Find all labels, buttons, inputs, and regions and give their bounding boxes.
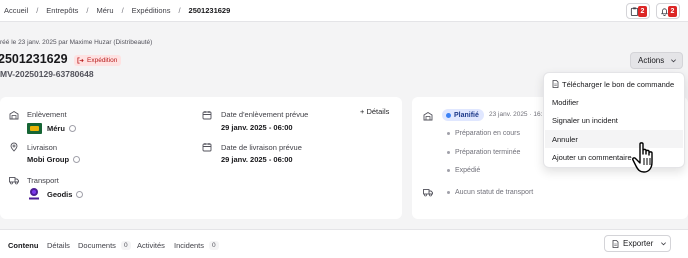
info-icon[interactable] — [68, 124, 76, 132]
status-date: 23 janv. 2025 · 16: — [489, 111, 543, 118]
warehouse-icon — [423, 111, 433, 121]
pickup-date-value: 29 janv. 2025 - 06:00 — [221, 123, 293, 132]
tasks-button[interactable]: 2 — [626, 3, 650, 19]
top-icons: 2 2 — [626, 3, 680, 19]
transport-label: Transport — [27, 176, 59, 185]
breadcrumb-item-meru[interactable]: Méru — [96, 6, 113, 15]
calendar-icon — [202, 143, 212, 152]
status-step: Préparation en cours — [447, 130, 520, 137]
info-icon[interactable] — [76, 190, 84, 198]
breadcrumb-separator: / — [36, 6, 39, 15]
shipment-type-label: Expédition — [87, 57, 118, 64]
top-bar: Accueil / Entrepôts / Méru / Expéditions / 25012… — [0, 0, 688, 22]
pickup-value: Méru — [47, 124, 76, 133]
breadcrumb-item-accueil[interactable]: Accueil — [4, 6, 28, 15]
menu-item-modify[interactable]: Modifier — [545, 93, 683, 111]
delivery-label: Livraison — [27, 143, 58, 152]
export-button[interactable]: Exporter — [604, 235, 671, 252]
menu-item-add-comment[interactable]: Ajouter un commentaire — [545, 148, 683, 166]
creation-meta: réé le 23 janv. 2025 par Maxime Huzar (D… — [0, 39, 153, 46]
step-dot-icon — [447, 132, 450, 135]
map-pin-icon — [10, 142, 18, 152]
breadcrumb-separator: / — [178, 6, 181, 15]
status-step: Préparation terminée — [447, 149, 520, 156]
step-dot-icon — [447, 169, 450, 172]
meru-logo — [27, 123, 42, 134]
truck-icon — [423, 189, 433, 197]
breadcrumb: Accueil / Entrepôts / Méru / Expéditions / 25012… — [4, 6, 230, 15]
transport-status: Aucun statut de transport — [447, 189, 533, 196]
info-icon[interactable] — [73, 155, 81, 163]
geodis-logo — [29, 188, 39, 200]
page-title: 2501231629 — [0, 52, 68, 66]
warehouse-icon — [9, 110, 19, 120]
breadcrumb-item-expeditions[interactable]: Expéditions — [132, 6, 171, 15]
document-icon — [552, 80, 559, 88]
status-label: Planifié — [454, 111, 479, 119]
status-step: Expédié — [447, 167, 480, 174]
delivery-date-label: Date de livraison prévue — [221, 143, 302, 152]
breadcrumb-item-entrepots[interactable]: Entrepôts — [46, 6, 78, 15]
step-dot-icon — [447, 151, 450, 154]
status-badge: Planifié — [442, 109, 484, 121]
transport-value: Geodis — [47, 190, 84, 199]
notifications-button[interactable]: 2 — [656, 3, 680, 19]
menu-item-download-order[interactable]: Télécharger le bon de commande — [545, 75, 683, 93]
tab-contenu[interactable]: Contenu — [8, 241, 38, 250]
shipment-reference: MV-20250129-63780648 — [0, 69, 94, 79]
breadcrumb-separator: / — [121, 6, 124, 15]
tasks-count-badge: 2 — [638, 6, 647, 17]
tab-count: 0 — [120, 241, 131, 250]
menu-item-cancel[interactable]: Annuler — [545, 130, 683, 148]
hand-cursor-icon — [632, 142, 653, 173]
pickup-label: Enlèvement — [27, 110, 67, 119]
pickup-date-label: Date d'enlèvement prévue — [221, 110, 309, 119]
details-link[interactable]: + Détails — [360, 107, 389, 116]
document-icon — [612, 239, 619, 248]
actions-button[interactable]: Actions — [630, 52, 683, 69]
actions-menu: Télécharger le bon de commande Modifier … — [543, 72, 685, 168]
delivery-value: Mobi Group — [27, 155, 81, 164]
breadcrumb-separator: / — [86, 6, 89, 15]
export-label: Exporter — [623, 239, 654, 248]
step-dot-icon — [447, 191, 450, 194]
calendar-icon — [202, 111, 212, 120]
tab-activites[interactable]: Activités — [137, 241, 165, 250]
actions-label: Actions — [638, 56, 665, 65]
tab-incidents[interactable]: Incidents 0 — [174, 241, 219, 250]
breadcrumb-current: 2501231629 — [188, 6, 231, 15]
tab-count: 0 — [209, 241, 219, 250]
shipment-type-badge: Expédition — [74, 55, 122, 66]
arrow-right-from-box-icon — [77, 57, 84, 64]
status-dot-icon — [446, 112, 451, 118]
notifications-count-badge: 2 — [668, 6, 677, 17]
truck-icon — [9, 177, 19, 185]
menu-item-report-incident[interactable]: Signaler un incident — [545, 111, 683, 129]
tab-documents[interactable]: Documents 0 — [78, 241, 131, 250]
chevron-down-icon — [661, 242, 667, 246]
tab-details[interactable]: Détails — [47, 241, 70, 250]
delivery-date-value: 29 janv. 2025 - 06:00 — [221, 155, 293, 164]
chevron-down-icon — [671, 59, 677, 63]
